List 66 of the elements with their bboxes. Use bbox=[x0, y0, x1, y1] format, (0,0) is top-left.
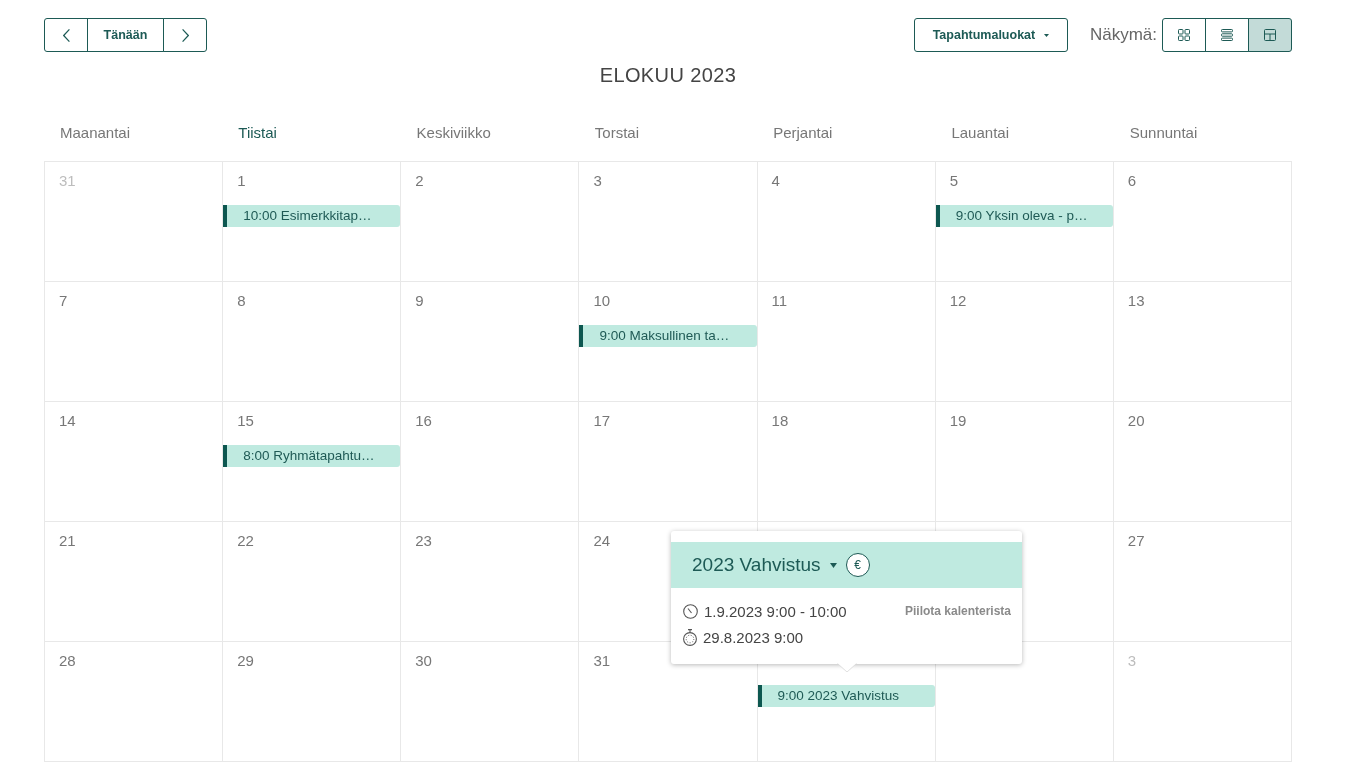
day-number: 7 bbox=[59, 291, 68, 311]
weekday-header: Tiistai bbox=[237, 123, 277, 143]
day-number: 31 bbox=[59, 171, 76, 191]
view-button[interactable] bbox=[1248, 18, 1292, 52]
day-number: 29 bbox=[237, 651, 254, 671]
day-number: 1 bbox=[237, 171, 246, 191]
day-number: 14 bbox=[59, 411, 76, 431]
weekday-header: Perjantai bbox=[772, 123, 833, 143]
day-number: 27 bbox=[1127, 531, 1145, 551]
day-number: 31 bbox=[593, 651, 611, 671]
stacked-bars-icon bbox=[1221, 29, 1233, 41]
day-number: 20 bbox=[1127, 411, 1145, 431]
table-icon bbox=[1264, 29, 1276, 41]
caret-icon[interactable] bbox=[829, 562, 837, 568]
clock-icon bbox=[683, 603, 698, 619]
event-chip[interactable]: 9:00 Maksullinen ta… bbox=[579, 325, 757, 347]
weekday-header: Lauantai bbox=[950, 123, 1009, 143]
previous-button[interactable] bbox=[44, 18, 88, 52]
day-number: 23 bbox=[415, 531, 432, 551]
day-number: 5 bbox=[949, 171, 959, 191]
four-squares-icon bbox=[1178, 29, 1190, 41]
day-number: 19 bbox=[949, 411, 967, 431]
day-number: 4 bbox=[771, 171, 780, 191]
view-button[interactable] bbox=[1162, 18, 1206, 52]
category-dropdown[interactable]: Tapahtumaluokat bbox=[913, 18, 1068, 52]
event-chip[interactable]: 9:00 Yksin oleva - p… bbox=[935, 205, 1113, 227]
day-number: 18 bbox=[771, 411, 789, 431]
popup-title: 2023 Vahvistus bbox=[692, 554, 821, 576]
day-number: 9 bbox=[415, 291, 424, 311]
day-number: 8 bbox=[237, 291, 246, 311]
day-number: 30 bbox=[415, 651, 432, 671]
hide-from-calendar-link[interactable]: Piilota kalenterista bbox=[904, 604, 1011, 618]
day-number: 21 bbox=[59, 531, 76, 551]
day-number: 11 bbox=[771, 291, 788, 311]
weekday-header: Sunnuntai bbox=[1128, 123, 1198, 143]
day-number: 16 bbox=[415, 411, 432, 431]
calendar-title: ELOKUU 2023 bbox=[599, 63, 737, 87]
day-number: 10 bbox=[593, 291, 611, 311]
event-chip[interactable]: 10:00 Esimerkkitap… bbox=[223, 205, 401, 227]
day-number: 24 bbox=[593, 531, 611, 551]
next-button[interactable] bbox=[163, 18, 207, 52]
caret-icon bbox=[1044, 33, 1050, 37]
event-time: 1.9.2023 9:00 - 10:00 bbox=[704, 602, 847, 620]
day-number: 28 bbox=[59, 651, 76, 671]
price-badge: € bbox=[845, 553, 870, 577]
weekday-header: Torstai bbox=[593, 123, 640, 143]
day-number: 2 bbox=[415, 171, 424, 191]
day-number: 3 bbox=[1127, 651, 1137, 671]
view-label: Näkymä: bbox=[1089, 25, 1157, 45]
day-number: 3 bbox=[593, 171, 602, 191]
stopwatch-icon bbox=[683, 628, 697, 646]
day-number: 22 bbox=[237, 531, 254, 551]
chevron-left-icon bbox=[62, 28, 70, 42]
chevron-right-icon bbox=[181, 28, 189, 42]
day-number: 6 bbox=[1127, 171, 1137, 191]
day-number: 12 bbox=[949, 291, 967, 311]
weekday-header: Maanantai bbox=[59, 123, 131, 143]
weekday-header: Keskiviikko bbox=[415, 123, 491, 143]
day-number: 17 bbox=[593, 411, 611, 431]
day-number: 15 bbox=[237, 411, 254, 431]
day-number: 13 bbox=[1127, 291, 1145, 311]
deadline-time: 29.8.2023 9:00 bbox=[703, 628, 804, 646]
today-button[interactable]: Tänään bbox=[87, 18, 164, 52]
event-chip[interactable]: 9:00 2023 Vahvistus bbox=[757, 685, 935, 707]
view-button[interactable] bbox=[1205, 18, 1249, 52]
event-chip[interactable]: 8:00 Ryhmätapahtu… bbox=[223, 445, 401, 467]
